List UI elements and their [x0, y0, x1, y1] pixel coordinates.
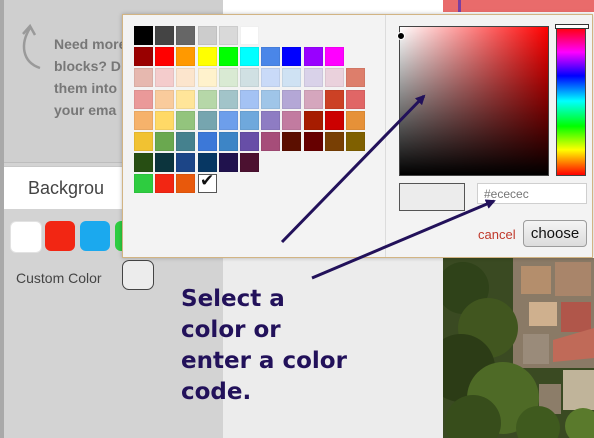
palette-color-cell[interactable] — [282, 90, 301, 109]
palette-color-cell[interactable] — [304, 111, 323, 130]
preset-color-swatch[interactable] — [10, 221, 42, 253]
palette-color-cell[interactable] — [176, 26, 195, 45]
palette-color-cell[interactable] — [346, 111, 365, 130]
picker-divider — [385, 15, 386, 257]
palette-color-cell[interactable] — [282, 47, 301, 66]
palette-color-cell[interactable] — [282, 132, 301, 151]
hue-slider-handle[interactable] — [555, 24, 589, 29]
palette-color-cell[interactable] — [219, 111, 238, 130]
palette-color-cell[interactable] — [198, 68, 217, 87]
palette-color-cell[interactable] — [282, 111, 301, 130]
palette-color-cell[interactable] — [304, 90, 323, 109]
palette-color-cell[interactable] — [219, 47, 238, 66]
palette-color-cell[interactable] — [176, 111, 195, 130]
palette-color-cell[interactable] — [261, 47, 280, 66]
palette-color-cell[interactable] — [261, 90, 280, 109]
palette-color-cell[interactable] — [134, 111, 153, 130]
palette-color-cell[interactable] — [219, 90, 238, 109]
palette-color-cell[interactable] — [155, 90, 174, 109]
palette-color-cell[interactable] — [346, 132, 365, 151]
palette-color-cell[interactable] — [325, 90, 344, 109]
palette-color-cell[interactable] — [240, 132, 259, 151]
palette-color-cell[interactable]: ✔ — [198, 171, 217, 193]
palette-color-cell[interactable] — [134, 132, 153, 151]
palette-color-cell[interactable] — [261, 68, 280, 87]
palette-color-cell[interactable] — [325, 47, 344, 66]
annotation-callout: Select a color or enter a color code. — [181, 286, 347, 405]
preset-color-swatch[interactable] — [80, 221, 110, 251]
palette-color-cell[interactable] — [240, 153, 259, 172]
saturation-value-field[interactable] — [397, 26, 549, 176]
palette-color-cell[interactable] — [198, 153, 217, 172]
palette-color-cell[interactable] — [155, 26, 174, 45]
palette-color-cell[interactable] — [155, 132, 174, 151]
palette-color-cell[interactable] — [261, 132, 280, 151]
palette-color-cell[interactable] — [134, 47, 153, 66]
palette-color-cell[interactable] — [176, 174, 195, 193]
checkmark-icon: ✔ — [200, 171, 215, 191]
palette-color-cell[interactable] — [198, 111, 217, 130]
palette-color-cell[interactable] — [240, 26, 259, 45]
palette-color-cell[interactable] — [155, 153, 174, 172]
palette-color-cell[interactable] — [304, 47, 323, 66]
background-tab-label: Backgrou — [28, 178, 105, 198]
custom-color-swatch[interactable] — [122, 260, 154, 290]
palette-color-cell[interactable] — [198, 26, 217, 45]
palette-color-cell[interactable] — [176, 90, 195, 109]
photo-image — [443, 258, 594, 438]
palette-color-cell[interactable] — [155, 68, 174, 87]
preset-color-swatch[interactable] — [45, 221, 75, 251]
custom-color-label: Custom Color — [16, 270, 102, 286]
palette-color-cell[interactable] — [346, 68, 365, 87]
palette-color-cell[interactable] — [282, 68, 301, 87]
header-accent-line — [458, 0, 461, 12]
choose-button[interactable]: choose — [523, 220, 587, 247]
palette-color-cell[interactable] — [134, 153, 153, 172]
canvas-top-strip — [223, 0, 443, 14]
cancel-link[interactable]: cancel — [478, 227, 516, 242]
palette-color-cell[interactable] — [198, 90, 217, 109]
saturation-handle[interactable] — [397, 32, 405, 40]
hex-color-input[interactable] — [477, 183, 587, 204]
color-preview — [399, 183, 465, 211]
palette-color-cell[interactable] — [325, 132, 344, 151]
palette-color-cell[interactable] — [176, 47, 195, 66]
palette-color-cell[interactable] — [134, 174, 153, 193]
palette-color-cell[interactable] — [304, 68, 323, 87]
palette-color-cell[interactable] — [219, 153, 238, 172]
palette-color-cell[interactable] — [176, 132, 195, 151]
palette-color-cell[interactable] — [134, 26, 153, 45]
palette-color-cell[interactable] — [219, 68, 238, 87]
hue-slider[interactable] — [555, 24, 589, 176]
palette-color-cell[interactable] — [304, 132, 323, 151]
palette-color-cell[interactable] — [198, 132, 217, 151]
palette-color-cell[interactable] — [176, 153, 195, 172]
palette-color-cell[interactable] — [240, 47, 259, 66]
palette-color-cell[interactable] — [155, 47, 174, 66]
town-photo — [443, 258, 594, 438]
palette-color-cell[interactable] — [155, 111, 174, 130]
palette-color-cell[interactable] — [261, 111, 280, 130]
palette-color-cell[interactable] — [325, 68, 344, 87]
curved-arrow-icon — [22, 23, 41, 70]
header-strip — [443, 0, 594, 12]
palette-color-cell[interactable] — [176, 68, 195, 87]
palette-color-cell[interactable] — [219, 132, 238, 151]
palette-color-cell[interactable] — [240, 111, 259, 130]
palette-color-cell[interactable] — [240, 90, 259, 109]
palette-color-cell[interactable] — [155, 174, 174, 193]
palette-color-cell[interactable] — [134, 68, 153, 87]
palette-color-cell[interactable] — [198, 47, 217, 66]
palette-color-cell[interactable] — [346, 90, 365, 109]
palette-color-cell[interactable] — [325, 111, 344, 130]
palette-color-cell[interactable] — [134, 90, 153, 109]
color-picker-dialog: ✔ cancel choose — [122, 14, 593, 258]
palette-color-cell[interactable] — [219, 26, 238, 45]
palette-color-cell[interactable] — [240, 68, 259, 87]
